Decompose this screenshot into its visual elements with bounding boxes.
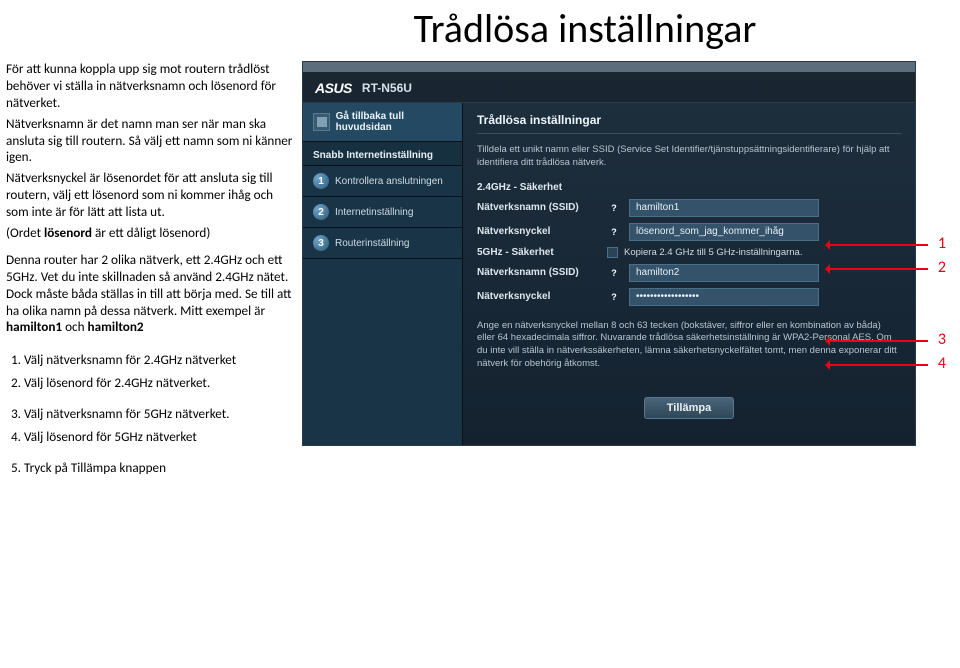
help-icon[interactable]: ? — [607, 201, 621, 215]
instruction-column: För att kunna koppla upp sig mot routern… — [6, 61, 294, 483]
step-badge: 3 — [313, 235, 329, 251]
key-5-input[interactable] — [629, 288, 819, 306]
router-content: Trådlösa inställningar Tilldela ett unik… — [463, 103, 915, 445]
dualband-para: Denna router har 2 olika nätverk, ett 2.… — [6, 252, 294, 336]
step-1: Välj nätverksnamn för 2.4GHz nätverket — [24, 352, 294, 369]
step-label: Internetinställning — [335, 207, 413, 218]
router-header: ASUS RT-N56U — [303, 72, 915, 103]
ssid-label: Nätverksnamn (SSID) — [477, 267, 607, 278]
key-para: Nätverksnyckel är lösenordet för att ans… — [6, 170, 294, 221]
step-2: Välj lösenord för 2.4GHz nätverket. — [24, 375, 294, 392]
row-key-24: Nätverksnyckel ? — [477, 223, 901, 241]
key-24-input[interactable] — [629, 223, 819, 241]
annotation-number: 2 — [938, 258, 946, 277]
ssid-5-input[interactable] — [629, 264, 819, 282]
page-title: Trådlösa inställningar — [0, 0, 960, 61]
sidebar-step-3[interactable]: 3 Routerinställning — [303, 228, 462, 259]
row-ssid-5: Nätverksnamn (SSID) ? — [477, 264, 901, 282]
step-3: Välj nätverksnamn för 5GHz nätverket. — [24, 406, 294, 423]
panel-title: Trådlösa inställningar — [477, 113, 901, 134]
step-label: Kontrollera anslutningen — [335, 176, 443, 187]
home-link[interactable]: Gå tillbaka tull huvudsidan — [303, 103, 462, 142]
step-badge: 2 — [313, 204, 329, 220]
ssid-para: Nätverksnamn är det namn man ser när man… — [6, 116, 294, 167]
annotation-arrow-4: 4 — [828, 364, 928, 366]
annotation-arrow-2: 2 — [828, 268, 928, 270]
subhead-5ghz: 5GHz - Säkerhet — [477, 247, 607, 258]
copy-label: Kopiera 2.4 GHz till 5 GHz-inställningar… — [624, 247, 802, 258]
router-sidebar: Gå tillbaka tull huvudsidan Snabb Intern… — [303, 103, 463, 445]
bad-password-note: (Ordet lösenord är ett dåligt lösenord) — [6, 225, 294, 242]
home-label: Gå tillbaka tull huvudsidan — [336, 111, 452, 133]
step-5: Tryck på Tillämpa knappen — [24, 460, 294, 477]
ssid-24-input[interactable] — [629, 199, 819, 217]
annotation-arrow-3: 3 — [828, 340, 928, 342]
annotation-number: 1 — [938, 234, 946, 253]
apply-button[interactable]: Tillämpa — [644, 397, 734, 419]
row-5ghz-head: 5GHz - Säkerhet Kopiera 2.4 GHz till 5 G… — [477, 247, 901, 258]
window-chrome — [303, 62, 915, 72]
model-label: RT-N56U — [362, 81, 412, 95]
ssid-label: Nätverksnamn (SSID) — [477, 202, 607, 213]
key-label: Nätverksnyckel — [477, 226, 607, 237]
key-label: Nätverksnyckel — [477, 291, 607, 302]
step-list: Välj nätverksnamn för 2.4GHz nätverket V… — [6, 352, 294, 476]
asus-logo: ASUS — [315, 80, 352, 96]
step-4: Välj lösenord för 5GHz nätverket — [24, 429, 294, 446]
sidebar-section-title: Snabb Internetinställning — [303, 142, 462, 166]
row-key-5: Nätverksnyckel ? — [477, 288, 901, 306]
help-icon[interactable]: ? — [607, 266, 621, 280]
annotation-arrow-1: 1 — [828, 244, 928, 246]
subhead-24ghz: 2.4GHz - Säkerhet — [477, 182, 901, 193]
annotation-number: 3 — [938, 330, 946, 349]
intro-para: För att kunna koppla upp sig mot routern… — [6, 61, 294, 112]
help-icon[interactable]: ? — [607, 290, 621, 304]
annotation-number: 4 — [938, 354, 946, 373]
row-ssid-24: Nätverksnamn (SSID) ? — [477, 199, 901, 217]
sidebar-step-2[interactable]: 2 Internetinställning — [303, 197, 462, 228]
sidebar-step-1[interactable]: 1 Kontrollera anslutningen — [303, 166, 462, 197]
step-label: Routerinställning — [335, 238, 410, 249]
copy-checkbox[interactable] — [607, 247, 618, 258]
panel-desc: Tilldela ett unikt namn eller SSID (Serv… — [477, 144, 901, 170]
step-badge: 1 — [313, 173, 329, 189]
home-icon — [313, 113, 330, 131]
help-icon[interactable]: ? — [607, 225, 621, 239]
router-screenshot: ASUS RT-N56U Gå tillbaka tull huvudsidan… — [302, 61, 916, 483]
